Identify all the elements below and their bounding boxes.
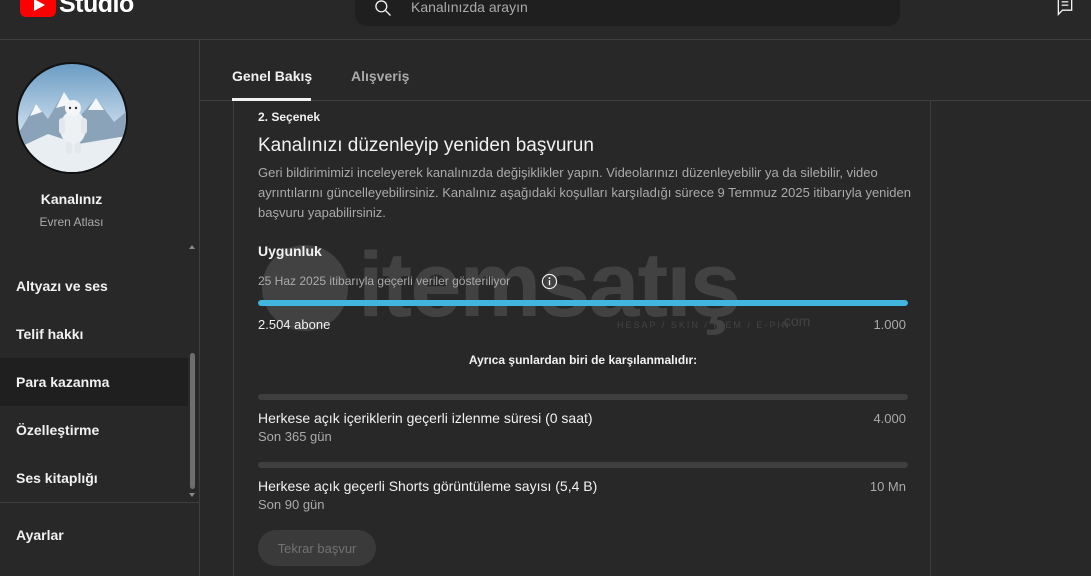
scroll-up-arrow[interactable] [189, 245, 195, 249]
watch-time-progress-bar [258, 394, 908, 400]
sidebar-item-customization[interactable]: Özelleştirme [0, 406, 188, 454]
tab-bar: Genel Bakış Alışveriş [200, 40, 1091, 101]
tab-shopping[interactable]: Alışveriş [351, 68, 409, 84]
feedback-icon[interactable] [1055, 0, 1075, 16]
reapply-button[interactable]: Tekrar başvur [258, 530, 376, 566]
shorts-views-label: Herkese açık geçerli Shorts görüntüleme … [258, 478, 598, 494]
top-header: Studio [0, 0, 1091, 40]
watch-time-period: Son 365 gün [258, 429, 332, 444]
sidebar: Kanalınız Evren Atlası Altyazı ve ses Te… [0, 40, 200, 576]
search-bar[interactable] [355, 0, 900, 26]
search-input[interactable] [411, 0, 871, 18]
shorts-views-target: 10 Mn [869, 479, 906, 494]
sidebar-divider [0, 502, 200, 503]
watch-time-label: Herkese açık içeriklerin geçerli izlenme… [258, 410, 593, 426]
scroll-down-arrow[interactable] [189, 493, 195, 497]
card-description: Geri bildirimimizi inceleyerek kanalınız… [258, 165, 911, 220]
sidebar-scrollbar[interactable] [190, 353, 195, 489]
eligibility-title: Uygunluk [258, 243, 322, 259]
sidebar-item-audio-library[interactable]: Ses kitaplığı [0, 454, 188, 502]
info-icon[interactable] [541, 273, 558, 290]
subscriber-progress-bar [258, 300, 908, 306]
subscriber-current: 2.504 abone [258, 317, 331, 332]
shorts-views-period: Son 90 gün [258, 497, 325, 512]
option-label: 2. Seçenek [258, 110, 321, 124]
also-required-label: Ayrıca şunlardan biri de karşılanmalıdır… [468, 353, 698, 367]
channel-avatar[interactable] [16, 62, 128, 174]
card-title: Kanalınızı düzenleyip yeniden başvurun [258, 135, 594, 156]
channel-name: Kanalınız [40, 191, 103, 207]
shorts-views-progress-bar [258, 462, 908, 468]
subscriber-target: 1.000 [873, 317, 906, 332]
reapply-option-card: 2. Seçenek Kanalınızı düzenleyip yeniden… [233, 101, 931, 576]
studio-logo[interactable]: Studio [20, 0, 134, 19]
sidebar-item-monetization[interactable]: Para kazanma [0, 358, 188, 406]
avatar-yeti-mountain-image [18, 64, 126, 172]
search-icon [375, 0, 391, 16]
subscriber-progress-fill [258, 300, 908, 306]
sidebar-nav: Altyazı ve ses Telif hakkı Para kazanma … [0, 262, 188, 502]
eligibility-date: 25 Haz 2025 itibarıyla geçerli veriler g… [258, 274, 511, 288]
sidebar-item-copyright[interactable]: Telif hakkı [0, 310, 188, 358]
sidebar-item-subtitles[interactable]: Altyazı ve ses [0, 262, 188, 310]
youtube-play-icon [20, 0, 56, 17]
sidebar-item-settings[interactable]: Ayarlar [0, 511, 188, 559]
watch-time-target: 4.000 [873, 411, 906, 426]
tab-overview[interactable]: Genel Bakış [232, 68, 312, 84]
channel-handle: Evren Atlası [39, 215, 104, 229]
logo-text: Studio [59, 0, 134, 18]
